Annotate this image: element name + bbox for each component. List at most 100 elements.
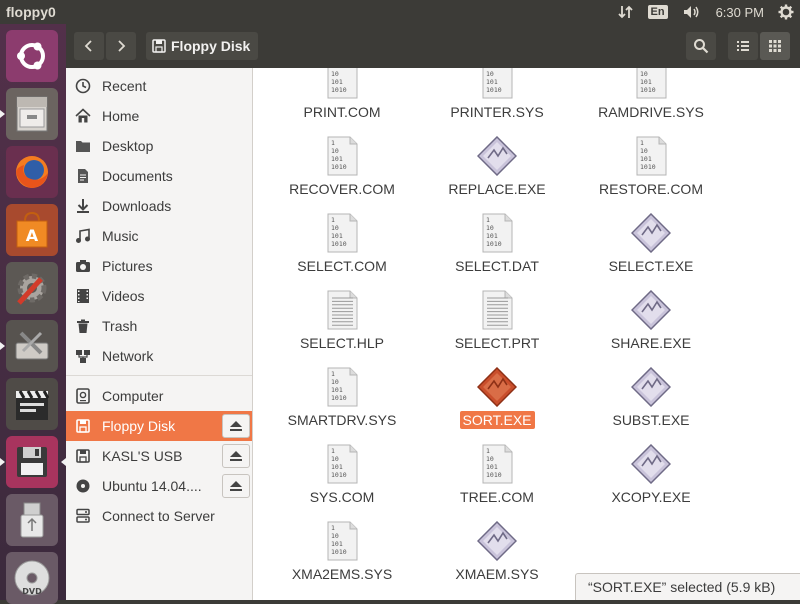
svg-text:DVD: DVD bbox=[22, 587, 42, 596]
file-item[interactable]: REPLACE.EXE bbox=[422, 136, 572, 213]
sidebar-item-pictures[interactable]: Pictures bbox=[66, 251, 252, 281]
eject-disc-button[interactable] bbox=[222, 474, 250, 498]
file-name: PRINT.COM bbox=[303, 104, 381, 120]
trash-icon bbox=[74, 318, 92, 334]
file-name: SYS.COM bbox=[309, 489, 375, 505]
floppy-disk-icon[interactable] bbox=[6, 436, 58, 488]
clock[interactable]: 6:30 PM bbox=[716, 5, 764, 20]
file-item[interactable]: XCOPY.EXE bbox=[576, 444, 726, 521]
svg-text:1010: 1010 bbox=[486, 86, 502, 94]
executable-file-icon bbox=[477, 136, 517, 176]
floppy-icon bbox=[152, 39, 166, 53]
sidebar-item-downloads[interactable]: Downloads bbox=[66, 191, 252, 221]
svg-text:101: 101 bbox=[640, 78, 652, 86]
file-name: XCOPY.EXE bbox=[611, 489, 691, 505]
sidebar-item-label: Documents bbox=[102, 168, 173, 184]
back-button[interactable] bbox=[74, 32, 104, 60]
svg-text:101: 101 bbox=[331, 232, 343, 240]
file-item[interactable]: SELECT.HLP bbox=[267, 290, 417, 367]
forward-button[interactable] bbox=[106, 32, 136, 60]
sidebar-item-home[interactable]: Home bbox=[66, 101, 252, 131]
ubuntu-logo-icon[interactable] bbox=[6, 30, 58, 82]
folder-icon bbox=[74, 138, 92, 154]
svg-text:10: 10 bbox=[331, 532, 339, 540]
file-name: RECOVER.COM bbox=[289, 181, 395, 197]
dvd-icon[interactable]: DVD bbox=[6, 552, 58, 604]
file-name: SELECT.HLP bbox=[299, 335, 385, 351]
firefox-icon[interactable] bbox=[6, 146, 58, 198]
launcher-running-indicator bbox=[0, 458, 5, 466]
sidebar-item-music[interactable]: Music bbox=[66, 221, 252, 251]
file-item[interactable]: 1101011010 RAMDRIVE.SYS bbox=[576, 68, 726, 136]
file-name: SELECT.PRT bbox=[454, 335, 540, 351]
volume-icon[interactable] bbox=[682, 4, 702, 20]
file-item[interactable]: 1 10 101 1010 SMARTDRV.SYS bbox=[267, 367, 417, 444]
sidebar-item-floppy-disk[interactable]: Floppy Disk bbox=[66, 411, 252, 441]
settings-gear-icon[interactable] bbox=[6, 262, 58, 314]
sidebar-item-ubuntu-disc[interactable]: Ubuntu 14.04.... bbox=[66, 471, 252, 501]
file-item[interactable]: XMAEM.SYS bbox=[422, 521, 572, 598]
home-icon bbox=[74, 108, 92, 124]
file-grid[interactable]: 1101011010PRINT.COM 1101011010PRINTER.SY… bbox=[253, 68, 800, 600]
file-item[interactable]: 1101011010 PRINTER.SYS bbox=[422, 68, 572, 136]
svg-text:101: 101 bbox=[486, 78, 498, 86]
svg-text:1: 1 bbox=[486, 447, 490, 455]
list-view-button[interactable] bbox=[728, 32, 758, 60]
file-item[interactable]: 1 10 101 1010 RECOVER.COM bbox=[267, 136, 417, 213]
grid-view-button[interactable] bbox=[760, 32, 790, 60]
sidebar-item-usb[interactable]: KASL'S USB bbox=[66, 441, 252, 471]
svg-text:101: 101 bbox=[331, 78, 343, 86]
sidebar-item-network[interactable]: Network bbox=[66, 341, 252, 371]
search-button[interactable] bbox=[686, 32, 716, 60]
path-bar-label: Floppy Disk bbox=[171, 38, 251, 54]
file-item[interactable]: 1 10 101 1010 SELECT.DAT bbox=[422, 213, 572, 290]
floppy-icon bbox=[74, 418, 92, 434]
file-item[interactable]: 1 10 101 1010 SYS.COM bbox=[267, 444, 417, 521]
path-bar-button[interactable]: Floppy Disk bbox=[146, 32, 259, 60]
file-item[interactable]: SELECT.EXE bbox=[576, 213, 726, 290]
sidebar-item-videos[interactable]: Videos bbox=[66, 281, 252, 311]
file-item[interactable]: 1 10 101 1010 SELECT.COM bbox=[267, 213, 417, 290]
binary-file-icon: 1101011010 bbox=[327, 213, 358, 253]
sidebar-item-recent[interactable]: Recent bbox=[66, 71, 252, 101]
power-gear-icon[interactable] bbox=[778, 4, 794, 20]
network-arrows-icon[interactable] bbox=[617, 4, 634, 20]
top-panel: floppy0 En 6:30 PM bbox=[0, 0, 800, 24]
usb-stick-icon[interactable] bbox=[6, 494, 58, 546]
drive-icon bbox=[74, 448, 92, 464]
file-item[interactable]: SORT.EXE bbox=[422, 367, 572, 444]
chevron-right-icon bbox=[118, 40, 126, 52]
film-icon bbox=[74, 288, 92, 304]
sidebar-item-documents[interactable]: Documents bbox=[66, 161, 252, 191]
file-name: SELECT.DAT bbox=[455, 258, 539, 274]
sidebar-separator bbox=[66, 375, 252, 376]
binary-file-icon: 1101011010 bbox=[636, 68, 667, 99]
binary-file-icon: 1101011010 bbox=[482, 213, 513, 253]
svg-text:1010: 1010 bbox=[331, 548, 347, 556]
eject-icon bbox=[230, 421, 242, 431]
file-cabinet-icon[interactable] bbox=[6, 88, 58, 140]
svg-text:1010: 1010 bbox=[331, 163, 347, 171]
file-item[interactable]: SELECT.PRT bbox=[422, 290, 572, 367]
eject-floppy-button[interactable] bbox=[222, 414, 250, 438]
eject-usb-button[interactable] bbox=[222, 444, 250, 468]
binary-file-icon: 1101011010 bbox=[327, 521, 358, 561]
file-item[interactable]: SHARE.EXE bbox=[576, 290, 726, 367]
sidebar-item-computer[interactable]: Computer bbox=[66, 381, 252, 411]
shopping-bag-icon[interactable]: A bbox=[6, 204, 58, 256]
svg-text:10: 10 bbox=[486, 70, 494, 78]
file-item[interactable]: 1101011010 PRINT.COM bbox=[267, 68, 417, 136]
file-item[interactable]: SUBST.EXE bbox=[576, 367, 726, 444]
binary-file-icon: 1101011010 bbox=[327, 367, 358, 407]
sidebar-item-desktop[interactable]: Desktop bbox=[66, 131, 252, 161]
hard-disk-tools-icon[interactable] bbox=[6, 320, 58, 372]
sidebar-item-connect-to-server[interactable]: Connect to Server bbox=[66, 501, 252, 531]
list-view-icon bbox=[737, 41, 749, 51]
svg-text:1010: 1010 bbox=[331, 471, 347, 479]
sidebar-item-trash[interactable]: Trash bbox=[66, 311, 252, 341]
file-item[interactable]: 1 10 101 1010 TREE.COM bbox=[422, 444, 572, 521]
clapperboard-icon[interactable] bbox=[6, 378, 58, 430]
keyboard-layout-indicator[interactable]: En bbox=[647, 5, 668, 19]
file-item[interactable]: 1 10 101 1010 XMA2EMS.SYS bbox=[267, 521, 417, 598]
file-item[interactable]: 1 10 101 1010 RESTORE.COM bbox=[576, 136, 726, 213]
